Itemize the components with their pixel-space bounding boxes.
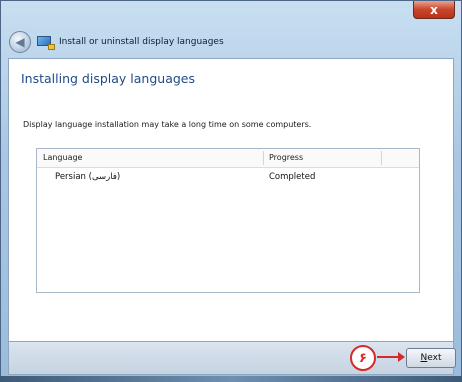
column-header-progress[interactable]: Progress [269,153,303,162]
column-divider[interactable] [381,151,382,165]
next-access-key: N [420,353,428,363]
back-arrow-icon: ◀ [15,35,25,49]
page-heading: Installing display languages [21,71,195,86]
dialog-footer [8,342,454,375]
pointer-arrow-icon [377,352,405,362]
column-header-language[interactable]: Language [43,153,82,162]
back-button[interactable]: ◀ [9,31,31,53]
language-app-icon [37,35,55,50]
next-label: ext [427,353,442,363]
column-divider[interactable] [263,151,264,165]
language-cell: Persian (فارسی) [55,172,121,182]
title-bar: ◀ Install or uninstall display languages [9,29,453,55]
description-text: Display language installation may take a… [23,120,312,129]
taskbar-strip [0,376,462,382]
close-button[interactable]: x [413,1,455,19]
step-marker: ۶ [350,345,376,371]
language-table: Language Progress Persian (فارسی) Comple… [36,148,420,293]
table-header: Language Progress [37,149,419,168]
window-title: Install or uninstall display languages [59,37,224,47]
next-button[interactable]: Next [406,348,456,368]
table-row[interactable]: Persian (فارسی) Completed [37,169,419,185]
progress-cell: Completed [269,172,316,182]
close-icon: x [430,2,438,17]
